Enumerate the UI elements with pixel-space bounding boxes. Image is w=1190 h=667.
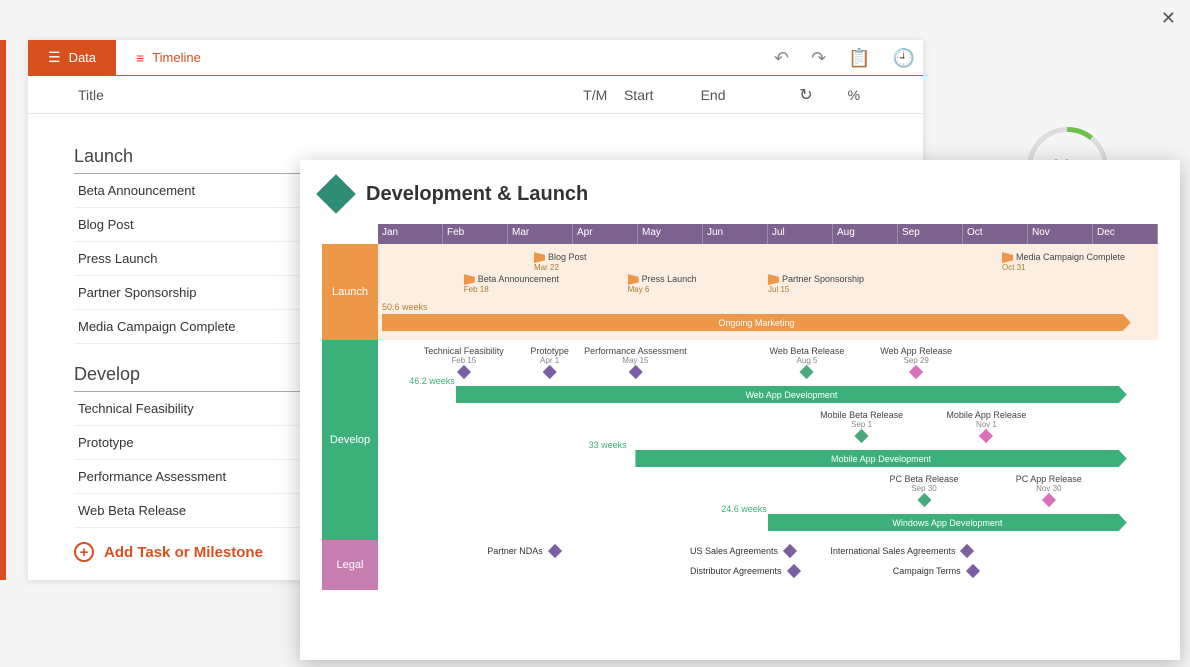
logo-icon bbox=[316, 174, 356, 214]
lane-body-develop: Technical FeasibilityFeb 15 PrototypeApr … bbox=[378, 340, 1158, 540]
duration-label: 46.2 weeks bbox=[409, 376, 455, 386]
flag-icon bbox=[768, 274, 779, 285]
tab-timeline[interactable]: ≡ Timeline bbox=[116, 40, 221, 75]
flag-icon bbox=[628, 274, 639, 285]
timeline-grid: JanFebMarAprMayJunJulAugSepOctNovDec Lau… bbox=[322, 224, 1158, 590]
month-cell: Dec bbox=[1093, 224, 1158, 244]
month-bar: JanFebMarAprMayJunJulAugSepOctNovDec bbox=[378, 224, 1158, 244]
diamond-icon bbox=[800, 365, 814, 379]
milestone[interactable]: Blog PostMar 22 bbox=[534, 252, 587, 272]
bar[interactable]: Web App Development bbox=[456, 386, 1127, 403]
bar-marketing[interactable]: Ongoing Marketing bbox=[382, 314, 1131, 331]
toolbar-icons: ↶ ↷ 📋 🕘 bbox=[774, 40, 915, 76]
diamond-icon bbox=[783, 544, 797, 558]
tab-timeline-label: Timeline bbox=[152, 50, 201, 65]
lane-body-legal: Partner NDAs US Sales Agreements Interna… bbox=[378, 540, 1158, 590]
milestone[interactable]: Performance AssessmentMay 15 bbox=[584, 346, 687, 377]
undo-icon[interactable]: ↶ bbox=[774, 48, 789, 69]
milestone[interactable]: Web Beta ReleaseAug 5 bbox=[770, 346, 845, 377]
app-window: ✕ ☰ Data ≡ Timeline ↶ ↷ 📋 🕘 Title T/M St… bbox=[0, 0, 1190, 667]
lane-launch: Launch 50.6 weeks Ongoing Marketing Beta… bbox=[322, 244, 1158, 340]
tabs-row: ☰ Data ≡ Timeline ↶ ↷ 📋 🕘 bbox=[28, 40, 923, 76]
bar[interactable]: Mobile App Development bbox=[635, 450, 1126, 467]
list-icon: ☰ bbox=[48, 49, 61, 66]
legal-milestone[interactable]: Distributor Agreements bbox=[690, 566, 802, 576]
redo-icon[interactable]: ↷ bbox=[811, 48, 826, 69]
milestone[interactable]: PC Beta ReleaseSep 30 bbox=[889, 474, 958, 505]
month-cell: Jun bbox=[703, 224, 768, 244]
milestone[interactable]: Mobile Beta ReleaseSep 1 bbox=[820, 410, 903, 441]
lane-label-develop: Develop bbox=[322, 340, 378, 540]
col-start: Start bbox=[624, 87, 701, 103]
clock-icon[interactable]: 🕘 bbox=[893, 48, 915, 69]
column-headers: Title T/M Start End ↻ % bbox=[28, 76, 923, 114]
timeline-icon: ≡ bbox=[136, 50, 144, 66]
timeline-header: Development & Launch bbox=[322, 180, 1158, 208]
tab-data-label: Data bbox=[69, 50, 96, 65]
flag-icon bbox=[464, 274, 475, 285]
milestone[interactable]: Mobile App ReleaseNov 1 bbox=[946, 410, 1026, 441]
milestone[interactable]: PrototypeApr 1 bbox=[530, 346, 569, 377]
milestone[interactable]: PC App ReleaseNov 30 bbox=[1016, 474, 1082, 505]
month-cell: Jan bbox=[378, 224, 443, 244]
diamond-icon bbox=[548, 544, 562, 558]
month-cell: Apr bbox=[573, 224, 638, 244]
milestone[interactable]: Partner SponsorshipJul 15 bbox=[768, 274, 864, 294]
close-icon[interactable]: ✕ bbox=[1161, 8, 1176, 29]
diamond-icon bbox=[786, 564, 800, 578]
diamond-icon bbox=[855, 429, 869, 443]
tab-data[interactable]: ☰ Data bbox=[28, 40, 116, 75]
col-title: Title bbox=[78, 87, 567, 103]
duration-label: 33 weeks bbox=[589, 440, 627, 450]
flag-icon bbox=[1002, 252, 1013, 263]
legal-milestone[interactable]: International Sales Agreements bbox=[830, 546, 975, 556]
diamond-icon bbox=[628, 365, 642, 379]
flag-icon bbox=[534, 252, 545, 263]
duration-label: 24.6 weeks bbox=[721, 504, 767, 514]
milestone[interactable]: Web App ReleaseSep 29 bbox=[880, 346, 952, 377]
lane-body-launch: 50.6 weeks Ongoing Marketing Beta Announ… bbox=[378, 244, 1158, 340]
milestone[interactable]: Media Campaign CompleteOct 31 bbox=[1002, 252, 1125, 272]
lane-develop: Develop Technical FeasibilityFeb 15 Proto… bbox=[322, 340, 1158, 540]
col-tm: T/M bbox=[567, 87, 624, 103]
milestone[interactable]: Beta AnnouncementFeb 18 bbox=[464, 274, 559, 294]
timeline-title: Development & Launch bbox=[366, 183, 588, 206]
milestone[interactable]: Press LaunchMay 6 bbox=[628, 274, 697, 294]
clipboard-icon[interactable]: 📋 bbox=[848, 48, 870, 69]
diamond-icon bbox=[979, 429, 993, 443]
diamond-icon bbox=[917, 493, 931, 507]
month-cell: Jul bbox=[768, 224, 833, 244]
month-cell: Feb bbox=[443, 224, 508, 244]
plus-icon: + bbox=[74, 542, 94, 562]
duration-launch: 50.6 weeks bbox=[382, 302, 428, 312]
add-task-label: Add Task or Milestone bbox=[104, 544, 263, 561]
month-cell: Oct bbox=[963, 224, 1028, 244]
timeline-preview: Development & Launch JanFebMarAprMayJunJ… bbox=[300, 160, 1180, 660]
month-cell: Mar bbox=[508, 224, 573, 244]
diamond-icon bbox=[457, 365, 471, 379]
diamond-icon bbox=[1042, 493, 1056, 507]
accent-strip bbox=[0, 40, 6, 580]
lane-label-legal: Legal bbox=[322, 540, 378, 590]
legal-milestone[interactable]: Partner NDAs bbox=[487, 546, 563, 556]
col-pct: % bbox=[835, 87, 873, 103]
month-cell: Sep bbox=[898, 224, 963, 244]
month-cell: May bbox=[638, 224, 703, 244]
legal-milestone[interactable]: US Sales Agreements bbox=[690, 546, 798, 556]
col-end: End bbox=[701, 87, 778, 103]
diamond-icon bbox=[960, 544, 974, 558]
bar[interactable]: Windows App Development bbox=[768, 514, 1127, 531]
month-cell: Nov bbox=[1028, 224, 1093, 244]
diamond-icon bbox=[966, 564, 980, 578]
lane-label-launch: Launch bbox=[322, 244, 378, 340]
diamond-icon bbox=[543, 365, 557, 379]
milestone[interactable]: Technical FeasibilityFeb 15 bbox=[424, 346, 504, 377]
month-cell: Aug bbox=[833, 224, 898, 244]
lane-legal: Legal Partner NDAs US Sales Agreements I… bbox=[322, 540, 1158, 590]
diamond-icon bbox=[909, 365, 923, 379]
dependency-icon: ↻ bbox=[777, 85, 834, 105]
legal-milestone[interactable]: Campaign Terms bbox=[893, 566, 981, 576]
